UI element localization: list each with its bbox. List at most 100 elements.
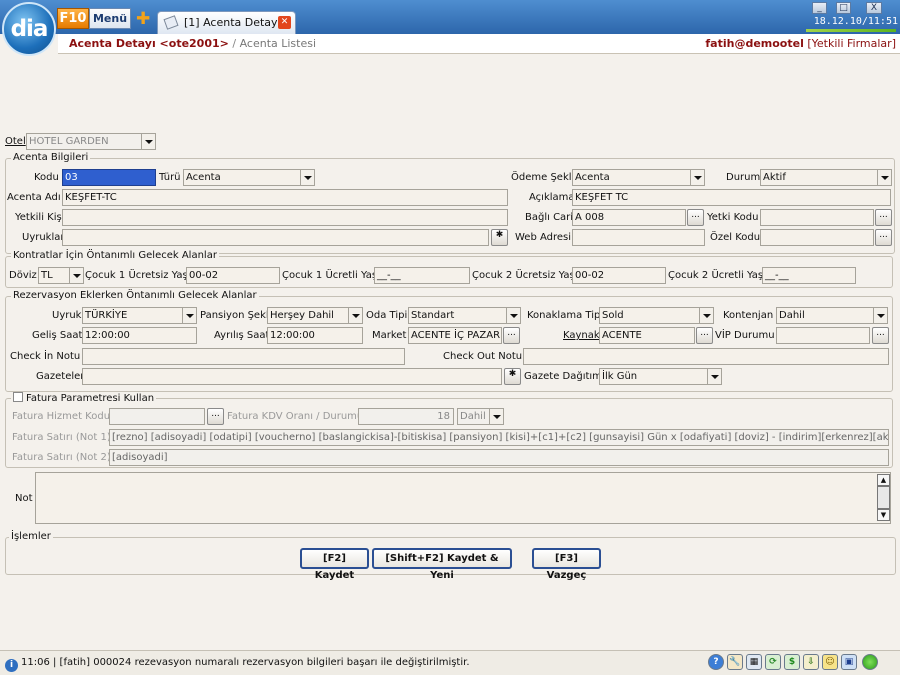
satir1-input[interactable]: [rezno] [adisoyadi] [odatipi] [voucherno… [109,429,889,446]
chevron-down-icon[interactable] [69,268,83,283]
restore-button[interactable]: □ [836,2,851,14]
vazgec-button[interactable]: [F3] Vazgeç [532,548,601,581]
gazete-dag-label: Gazete Dağıtımı [524,371,605,382]
rez-group-title: Rezervasyon Eklerken Öntanımlı Gelecek A… [11,290,259,301]
yetkili-firmalar-link[interactable]: [Yetkili Firmalar] [807,37,896,50]
not-label: Not [15,493,33,504]
hizmet-browse-button[interactable]: ... [207,408,224,425]
kaydet-button[interactable]: [F2] Kaydet [300,548,369,581]
gelis-input[interactable]: 12:00:00 [82,327,197,344]
tools-icon[interactable]: 🔧 [727,654,743,670]
chevron-down-icon[interactable] [348,308,362,323]
chevron-down-icon[interactable] [300,170,314,185]
adi-input[interactable]: KEŞFET-TC [62,189,508,206]
web-input[interactable] [572,229,705,246]
konak-select[interactable]: Sold [599,307,714,324]
breadcrumb-previous[interactable]: Acenta Listesi [240,37,316,50]
chevron-down-icon[interactable] [699,308,713,323]
acenta-group-title: Acenta Bilgileri [11,152,91,163]
chevron-down-icon[interactable] [877,170,891,185]
vip-input[interactable] [776,327,870,344]
chevron-down-icon[interactable] [489,409,503,424]
yetkikodu-input[interactable] [760,209,874,226]
close-button[interactable]: X [866,2,882,14]
gazete-dag-value: İlk Gün [602,371,638,382]
chevron-down-icon[interactable] [707,369,721,384]
c1free-input[interactable]: 00-02 [186,267,280,284]
kaynak-input[interactable]: ACENTE [599,327,695,344]
doviz-value: TL [41,270,53,281]
uyruk-label: Uyruk [52,310,82,321]
otel-select[interactable]: HOTEL GARDEN [26,133,156,150]
calculator-icon[interactable]: ▦ [746,654,762,670]
status-text: 11:06 | [fatih] 000024 rezevasyon numara… [21,657,470,668]
yetkikodu-browse-button[interactable]: ... [875,209,892,226]
f10-button[interactable]: F10 [57,8,89,29]
turu-select[interactable]: Acenta [183,169,315,186]
tab-acenta-detayi[interactable]: [1] Acenta Detayı ✕ [157,11,296,34]
chevron-down-icon[interactable] [141,134,155,149]
c1paid-input[interactable]: __-__ [374,267,470,284]
chevron-down-icon[interactable] [690,170,704,185]
pansiyon-select[interactable]: Herşey Dahil [267,307,363,324]
kaydet-yeni-button[interactable]: [Shift+F2] Kaydet & Yeni [372,548,512,581]
c2paid-input[interactable]: __-__ [762,267,856,284]
odeme-select[interactable]: Acenta [572,169,705,186]
new-tab-plus-icon[interactable]: ✚ [136,9,150,29]
durum-select[interactable]: Aktif [760,169,892,186]
kontenjan-select[interactable]: Dahil [776,307,888,324]
kdv-input[interactable]: 18 [358,408,454,425]
uyruk-select[interactable]: TÜRKİYE [82,307,197,324]
gazete-label: Gazeteler [36,371,85,382]
minimize-button[interactable]: _ [812,2,827,14]
currency-icon[interactable]: $ [784,654,800,670]
uyruklar-pick-icon[interactable]: ✱ [491,229,508,246]
c2free-input[interactable]: 00-02 [572,267,666,284]
ayrilis-input[interactable]: 12:00:00 [267,327,363,344]
kodu-input[interactable]: 03 [62,169,156,186]
ozel-browse-button[interactable]: ... [875,229,892,246]
kaynak-browse-button[interactable]: ... [696,327,713,344]
oda-select[interactable]: Standart [408,307,521,324]
download-icon[interactable]: ⇩ [803,654,819,670]
yetkili-input[interactable] [62,209,508,226]
aciklama-input[interactable]: KEŞFET TC [572,189,891,206]
dia-logo[interactable]: dia [2,2,56,56]
konak-value: Sold [602,310,624,321]
tab-close-icon[interactable]: ✕ [278,16,291,29]
gazete-dag-select[interactable]: İlk Gün [599,368,722,385]
market-browse-button[interactable]: ... [503,327,520,344]
kontenjan-label: Kontenjan [723,310,774,321]
gazete-input[interactable] [82,368,502,385]
chevron-down-icon[interactable] [506,308,520,323]
ozel-input[interactable] [760,229,874,246]
otel-label: Otel [5,136,26,147]
bagli-input[interactable]: A 008 [572,209,686,226]
refresh-icon[interactable]: ⟳ [765,654,781,670]
vip-browse-button[interactable]: ... [872,327,889,344]
scroll-down-icon[interactable]: ▼ [877,509,890,521]
satir2-input[interactable]: [adisoyadi] [109,449,889,466]
uyruklar-input[interactable] [62,229,489,246]
fatura-group-title: Fatura Parametresi Kullan [11,392,157,404]
gazete-pick-icon[interactable]: ✱ [504,368,521,385]
fatura-checkbox[interactable] [13,392,23,402]
market-input[interactable]: ACENTE İÇ PAZAR [408,327,502,344]
checkout-input[interactable] [523,348,889,365]
lock-icon[interactable]: ▣ [841,654,857,670]
bagli-browse-button[interactable]: ... [687,209,704,226]
scrollbar-track[interactable] [877,486,890,509]
doviz-select[interactable]: TL [38,267,84,284]
kdv-durum-select[interactable]: Dahil [457,408,504,425]
pansiyon-label: Pansiyon Şekli [200,310,272,321]
ozel-label: Özel Kodu [710,232,761,243]
help-icon[interactable]: ? [708,654,724,670]
not-textarea[interactable] [35,472,891,524]
menu-button[interactable]: Menü [89,8,131,29]
smiley-icon[interactable]: ☺ [822,654,838,670]
checkin-input[interactable] [82,348,405,365]
chevron-down-icon[interactable] [873,308,887,323]
scroll-up-icon[interactable]: ▲ [877,474,890,486]
chevron-down-icon[interactable] [182,308,196,323]
hizmet-input[interactable] [109,408,205,425]
